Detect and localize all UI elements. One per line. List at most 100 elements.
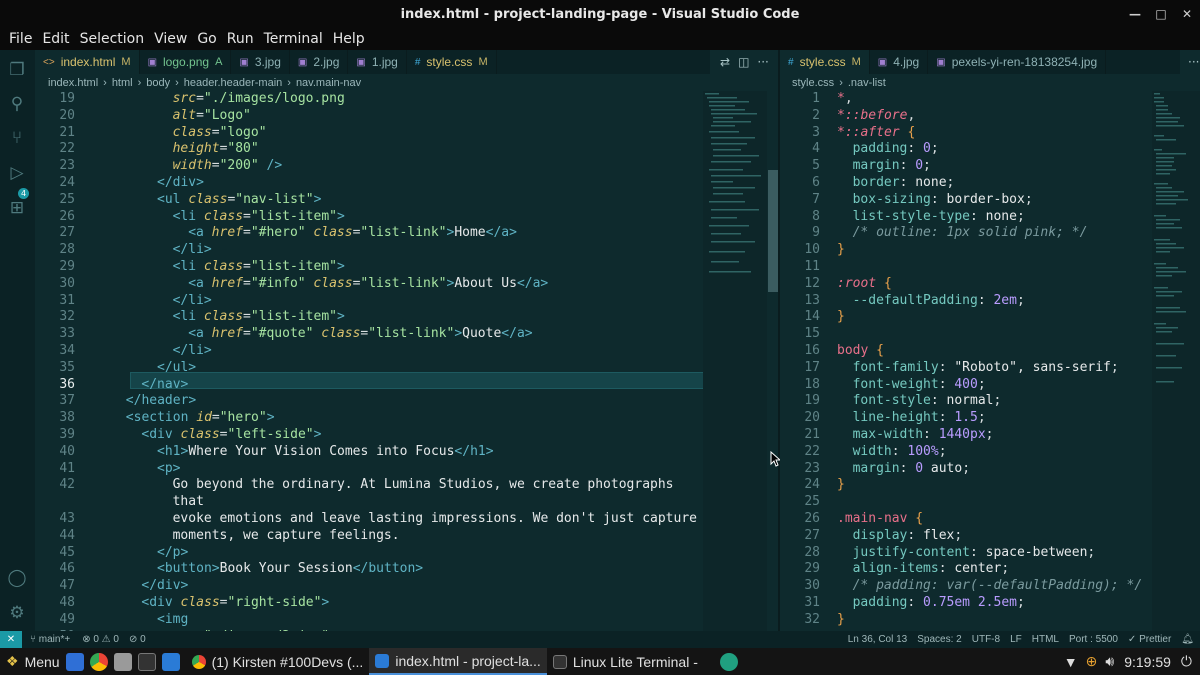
maximize-icon[interactable]: □	[1148, 7, 1174, 21]
code-line[interactable]: that	[35, 494, 778, 511]
search-icon[interactable]: ⚲	[7, 94, 27, 114]
code-line[interactable]: 10}	[780, 242, 1152, 259]
code-line[interactable]: 30 <a href="#info" class="list-link">Abou…	[35, 276, 778, 293]
problems-indicator[interactable]: ⊗ 0 ⚠ 0	[82, 634, 119, 645]
notifications-icon[interactable]: 🔔︎	[1181, 634, 1194, 645]
code-line[interactable]: 11	[780, 259, 1152, 276]
code-line[interactable]: 29 <li class="list-item">	[35, 259, 778, 276]
code-line[interactable]: 24}	[780, 477, 1152, 494]
code-line[interactable]: 12:root {	[780, 276, 1152, 293]
power-icon[interactable]: ⏻	[1181, 653, 1192, 670]
code-line[interactable]: 19 font-style: normal;	[780, 393, 1152, 410]
breadcrumb-item[interactable]: nav.main-nav	[296, 77, 361, 89]
code-line[interactable]: 30 /* padding: var(--defaultPadding); */	[780, 578, 1152, 595]
indentation[interactable]: Spaces: 2	[917, 634, 961, 645]
code-line[interactable]: 1 *,	[780, 91, 1152, 108]
menu-item-edit[interactable]: Edit	[37, 31, 74, 47]
vscode-launcher-icon[interactable]	[161, 652, 180, 671]
code-line[interactable]: 24 </div>	[35, 175, 778, 192]
code-line[interactable]: 3 *::after {	[780, 125, 1152, 142]
chrome-icon[interactable]	[89, 652, 108, 671]
live-server-port[interactable]: Port : 5500	[1069, 634, 1118, 645]
tab-logo-png[interactable]: ▣ logo.png A	[140, 50, 232, 74]
code-line[interactable]: 20 line-height: 1.5;	[780, 410, 1152, 427]
code-line[interactable]: 37 </header>	[35, 393, 778, 410]
code-line[interactable]: 35 </ul>	[35, 360, 778, 377]
tab-3-jpg[interactable]: ▣ 3.jpg	[231, 50, 290, 74]
taskbar-window-chrome[interactable]: (1) Kirsten #100Devs (...	[186, 648, 370, 675]
code-line[interactable]: 5 margin: 0;	[780, 158, 1152, 175]
code-line[interactable]: 22 height="80"	[35, 141, 778, 158]
terminal-launcher-icon[interactable]	[137, 652, 156, 671]
code-line[interactable]: 4 padding: 0;	[780, 141, 1152, 158]
code-line[interactable]: 36 </nav>	[35, 377, 778, 394]
branch-indicator[interactable]: ⑂ main*+	[30, 634, 70, 645]
left-scrollbar-thumb[interactable]	[768, 170, 778, 292]
code-line[interactable]: 2 *::before,	[780, 108, 1152, 125]
code-line[interactable]: 28 justify-content: space-between;	[780, 545, 1152, 562]
menu-item-terminal[interactable]: Terminal	[259, 31, 328, 47]
code-line[interactable]: 18 font-weight: 400;	[780, 377, 1152, 394]
update-icon[interactable]	[719, 652, 738, 671]
code-line[interactable]: 48 <div class="right-side">	[35, 595, 778, 612]
tab-index-html[interactable]: <> index.html M	[35, 50, 140, 74]
code-line[interactable]: 25 <ul class="nav-list">	[35, 192, 778, 209]
breadcrumb-item[interactable]: style.css	[792, 77, 834, 89]
code-line[interactable]: 34 </li>	[35, 343, 778, 360]
source-control-icon[interactable]: ⑂	[7, 128, 27, 148]
menu-item-selection[interactable]: Selection	[75, 31, 150, 47]
breadcrumb-item[interactable]: html	[112, 77, 133, 89]
code-line[interactable]: 31 </li>	[35, 293, 778, 310]
tray-app-icon[interactable]: ⊕	[1086, 653, 1098, 670]
code-line[interactable]: 41 <p>	[35, 461, 778, 478]
code-line[interactable]: 42 Go beyond the ordinary. At Lumina Stud…	[35, 477, 778, 494]
run-debug-icon[interactable]: ▷	[7, 163, 27, 183]
code-line[interactable]: 6 border: none;	[780, 175, 1152, 192]
start-menu-button[interactable]: ❖ Menu	[0, 648, 66, 675]
close-icon[interactable]: ✕	[1174, 7, 1200, 21]
tab-pexels-yi-ren-18138254-jpg[interactable]: ▣ pexels-yi-ren-18138254.jpg	[928, 50, 1107, 74]
right-minimap[interactable]	[1152, 91, 1200, 631]
right-more-actions-icon[interactable]: ···	[1188, 55, 1199, 69]
code-line[interactable]: 21 max-width: 1440px;	[780, 427, 1152, 444]
breadcrumb-item[interactable]: body	[146, 77, 170, 89]
file-manager-icon[interactable]	[65, 652, 84, 671]
compare-icon[interactable]: ⇄	[720, 55, 730, 69]
code-line[interactable]: 25	[780, 494, 1152, 511]
code-line[interactable]: 23 width="200" />	[35, 158, 778, 175]
code-line[interactable]: 8 list-style-type: none;	[780, 209, 1152, 226]
code-line[interactable]: 16 body {	[780, 343, 1152, 360]
code-line[interactable]: 15	[780, 326, 1152, 343]
code-line[interactable]: 47 </div>	[35, 578, 778, 595]
tab-style-css[interactable]: # style.css M	[780, 50, 870, 74]
css-editor[interactable]: 1 *, 2 *::before, 3 *::after {4 padding: 0; 5 ma…	[780, 91, 1152, 631]
menu-item-help[interactable]: Help	[328, 31, 370, 47]
encoding[interactable]: UTF-8	[972, 634, 1000, 645]
code-line[interactable]: 28 </li>	[35, 242, 778, 259]
tab-1-jpg[interactable]: ▣ 1.jpg	[348, 50, 407, 74]
ports-indicator[interactable]: ⊘ 0	[129, 634, 146, 645]
language-mode[interactable]: HTML	[1032, 634, 1059, 645]
code-line[interactable]: 27 <a href="#hero" class="list-link">Home…	[35, 225, 778, 242]
code-line[interactable]: 21 class="logo"	[35, 125, 778, 142]
code-line[interactable]: 14}	[780, 309, 1152, 326]
code-line[interactable]: 23 margin: 0 auto;	[780, 461, 1152, 478]
code-line[interactable]: 40 <h1>Where Your Vision Comes into Focus…	[35, 444, 778, 461]
code-line[interactable]: 32}	[780, 612, 1152, 629]
code-line[interactable]: 49 <img	[35, 612, 778, 629]
tab-2-jpg[interactable]: ▣ 2.jpg	[290, 50, 349, 74]
code-line[interactable]: 44 moments, we capture feelings.	[35, 528, 778, 545]
code-line[interactable]: 17 font-family: "Roboto", sans-serif;	[780, 360, 1152, 377]
taskbar-window-vscode[interactable]: index.html - project-la...	[369, 648, 547, 675]
remote-indicator[interactable]: ✕	[0, 631, 22, 648]
left-minimap[interactable]	[703, 91, 767, 631]
code-line[interactable]: 33 <a href="#quote" class="list-link">Quo…	[35, 326, 778, 343]
code-line[interactable]: 39 <div class="left-side">	[35, 427, 778, 444]
code-line[interactable]: 26 .main-nav {	[780, 511, 1152, 528]
code-line[interactable]: 29 align-items: center;	[780, 561, 1152, 578]
code-line[interactable]: 20 alt="Logo"	[35, 108, 778, 125]
prettier-status[interactable]: ✓ Prettier	[1128, 634, 1171, 645]
breadcrumb-item[interactable]: index.html	[48, 77, 98, 89]
tab-4-jpg[interactable]: ▣ 4.jpg	[870, 50, 929, 74]
html-editor[interactable]: 19 src="./images/logo.png 20 alt="Logo" 21 cl…	[35, 91, 778, 631]
